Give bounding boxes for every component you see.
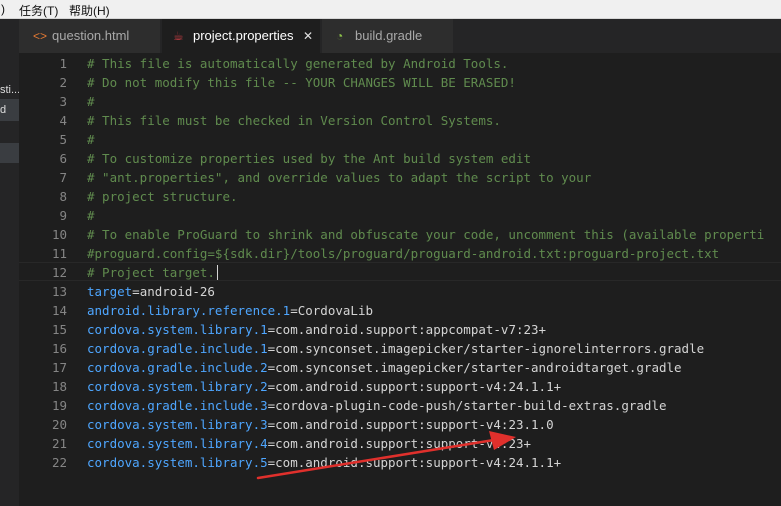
- comment-text: #proguard.config=${sdk.dir}/tools/progua…: [87, 246, 720, 261]
- property-value: com.android.support:support-v4:23+: [275, 436, 532, 451]
- tab-label: build.gradle: [355, 28, 423, 43]
- line-number: 4: [59, 113, 67, 128]
- code-line[interactable]: cordova.system.library.4=com.android.sup…: [87, 434, 531, 453]
- menu-item-partial[interactable]: ): [1, 2, 5, 16]
- code-line[interactable]: cordova.system.library.2=com.android.sup…: [87, 377, 561, 396]
- property-key: cordova.gradle.include.3: [87, 398, 268, 413]
- code-line[interactable]: cordova.system.library.3=com.android.sup…: [87, 415, 554, 434]
- code-line[interactable]: # To customize properties used by the An…: [87, 149, 531, 168]
- menu-item-tasks[interactable]: 任务(T): [19, 2, 58, 19]
- code-line[interactable]: android.library.reference.1=CordovaLib: [87, 301, 373, 320]
- line-number: 5: [59, 132, 67, 147]
- line-number: 18: [51, 379, 67, 394]
- tab-label: project.properties: [193, 28, 294, 43]
- line-number: 3: [59, 94, 67, 109]
- line-number: 11: [51, 246, 67, 261]
- line-number: 21: [51, 436, 67, 451]
- tab-build-gradle[interactable]: ◔ build.gradle: [322, 19, 454, 53]
- code-line[interactable]: target=android-26: [87, 282, 215, 301]
- equals-sign: =: [290, 303, 298, 318]
- line-number: 1: [59, 56, 67, 71]
- comment-text: # "ant.properties", and override values …: [87, 170, 592, 185]
- comment-text: # Do not modify this file -- YOUR CHANGE…: [87, 75, 516, 90]
- property-value: android-26: [139, 284, 215, 299]
- property-value: com.synconset.imagepicker/starter-androi…: [275, 360, 682, 375]
- line-number: 8: [59, 189, 67, 204]
- tab-project-properties[interactable]: ☕ project.properties ✕: [162, 19, 321, 53]
- line-number: 7: [59, 170, 67, 185]
- code-line[interactable]: cordova.gradle.include.1=com.synconset.i…: [87, 339, 704, 358]
- line-number: 2: [59, 75, 67, 90]
- code-line[interactable]: cordova.gradle.include.2=com.synconset.i…: [87, 358, 682, 377]
- line-number: 12: [51, 265, 67, 280]
- code-line[interactable]: # This file is automatically generated b…: [87, 54, 508, 73]
- code-line[interactable]: #proguard.config=${sdk.dir}/tools/progua…: [87, 244, 719, 263]
- tab-question-html[interactable]: <> question.html: [19, 19, 161, 53]
- line-number: 22: [51, 455, 67, 470]
- property-key: cordova.system.library.2: [87, 379, 268, 394]
- property-value: CordovaLib: [297, 303, 373, 318]
- code-icon: <>: [33, 29, 48, 43]
- code-line[interactable]: # "ant.properties", and override values …: [87, 168, 591, 187]
- comment-text: #: [87, 208, 95, 223]
- code-line[interactable]: # Project target.: [87, 263, 218, 282]
- equals-sign: =: [132, 284, 140, 299]
- sidebar-item-blank[interactable]: [0, 143, 19, 163]
- sidebar-explorer: sti... d: [0, 19, 19, 506]
- code-line[interactable]: cordova.system.library.5=com.android.sup…: [87, 453, 561, 472]
- sidebar-item[interactable]: sti...: [0, 79, 19, 101]
- property-key: cordova.system.library.3: [87, 417, 268, 432]
- code-line[interactable]: #: [87, 206, 95, 225]
- comment-text: # To customize properties used by the An…: [87, 151, 532, 166]
- line-number: 14: [51, 303, 67, 318]
- property-key: cordova.system.library.1: [87, 322, 268, 337]
- line-number: 16: [51, 341, 67, 356]
- property-value: com.synconset.imagepicker/starter-ignore…: [275, 341, 705, 356]
- code-line[interactable]: # Do not modify this file -- YOUR CHANGE…: [87, 73, 516, 92]
- gradle-icon: ◔: [336, 29, 344, 43]
- line-number: 6: [59, 151, 67, 166]
- comment-text: # To enable ProGuard to shrink and obfus…: [87, 227, 765, 242]
- code-editor[interactable]: 1 2 3 4 5 6 7 8 9 10 11 12 13 14 15 16 17 18 19 20 21 22 # Th…: [19, 53, 781, 506]
- comment-text: #: [87, 94, 95, 109]
- line-number: 17: [51, 360, 67, 375]
- property-key: cordova.gradle.include.2: [87, 360, 268, 375]
- property-key: cordova.system.library.5: [87, 455, 268, 470]
- property-value: com.android.support:appcompat-v7:23+: [275, 322, 547, 337]
- line-number: 9: [59, 208, 67, 223]
- comment-text: #: [87, 132, 95, 147]
- code-line[interactable]: cordova.system.library.1=com.android.sup…: [87, 320, 546, 339]
- property-value: com.android.support:support-v4:23.1.0: [275, 417, 554, 432]
- comment-text: # project structure.: [87, 189, 238, 204]
- menu-bar: ) 任务(T) 帮助(H): [0, 0, 781, 19]
- code-line[interactable]: # This file must be checked in Version C…: [87, 111, 501, 130]
- sidebar-item-selected[interactable]: d: [0, 99, 19, 121]
- menu-item-help[interactable]: 帮助(H): [69, 2, 110, 19]
- property-value: com.android.support:support-v4:24.1.1+: [275, 379, 562, 394]
- line-number: 15: [51, 322, 67, 337]
- close-icon[interactable]: ✕: [303, 19, 313, 53]
- java-file-icon: ☕: [173, 29, 184, 43]
- line-number: 19: [51, 398, 67, 413]
- line-number: 20: [51, 417, 67, 432]
- property-key: cordova.system.library.4: [87, 436, 268, 451]
- code-line[interactable]: # project structure.: [87, 187, 238, 206]
- text-cursor: [216, 265, 218, 280]
- code-line[interactable]: # To enable ProGuard to shrink and obfus…: [87, 225, 764, 244]
- tab-label: question.html: [52, 28, 130, 43]
- code-line[interactable]: #: [87, 92, 95, 111]
- editor-tab-bar: <> question.html ☕ project.properties ✕ …: [19, 19, 781, 53]
- property-value: com.android.support:support-v4:24.1.1+: [275, 455, 562, 470]
- property-value: cordova-plugin-code-push/starter-build-e…: [275, 398, 667, 413]
- code-line[interactable]: cordova.gradle.include.3=cordova-plugin-…: [87, 396, 667, 415]
- property-key: cordova.gradle.include.1: [87, 341, 268, 356]
- comment-text: # This file must be checked in Version C…: [87, 113, 501, 128]
- comment-text: # This file is automatically generated b…: [87, 56, 509, 71]
- line-number: 13: [51, 284, 67, 299]
- property-key: android.library.reference.1: [87, 303, 291, 318]
- line-number: 10: [51, 227, 67, 242]
- property-key: target: [87, 284, 133, 299]
- comment-text: # Project target.: [87, 265, 215, 280]
- code-line[interactable]: #: [87, 130, 95, 149]
